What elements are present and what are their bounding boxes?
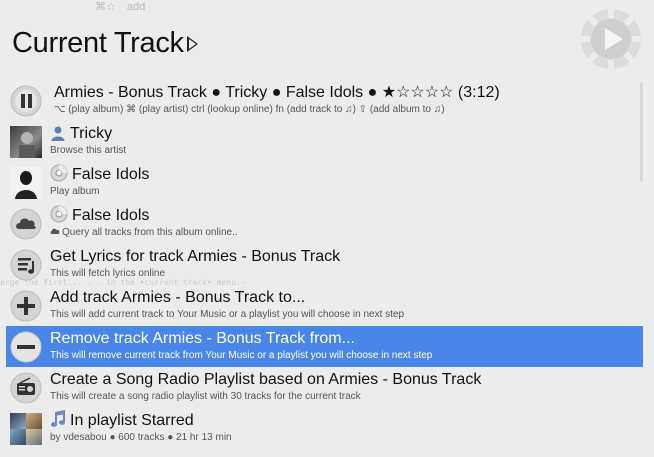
list-item-title: Create a Song Radio Playlist based on Ar…: [50, 371, 482, 388]
list-item-current-track[interactable]: Armies - Bonus Track ● Tricky ● False Id…: [6, 80, 643, 121]
list-item-title: Tricky: [70, 125, 113, 142]
previous-query-text: add: [126, 1, 146, 13]
list-item-title: Armies - Bonus Track ● Tricky ● False Id…: [54, 84, 500, 101]
list-item-artist[interactable]: Tricky Browse this artist: [6, 121, 643, 162]
list-item-title: False Idols: [72, 166, 150, 183]
previous-query-strip: ⌘☆ add: [95, 0, 654, 14]
list-item-subtitle: Query all tracks from this album online.…: [62, 227, 238, 238]
small-cloud-icon: [50, 228, 60, 234]
list-item-title: In playlist Starred: [70, 412, 194, 429]
album-cover-image: [10, 167, 42, 199]
spotify-mini-player-logo-icon: [581, 9, 641, 69]
list-item-subtitle: This will remove current track from Your…: [50, 350, 433, 361]
list-item-song-radio[interactable]: Create a Song Radio Playlist based on Ar…: [6, 367, 643, 408]
list-item-subtitle: This will fetch lyrics online: [50, 268, 166, 279]
list-item-title: Get Lyrics for track Armies - Bonus Trac…: [50, 248, 341, 265]
list-item-play-album[interactable]: False Idols Play album: [6, 162, 643, 203]
list-item-title: Add track Armies - Bonus Track to...: [50, 289, 306, 306]
list-item-subtitle: by vdesabou ● 600 tracks ● 21 hr 13 min: [50, 432, 232, 443]
play-arrow-icon: [186, 36, 198, 52]
list-item-remove-track[interactable]: Remove track Armies - Bonus Track from..…: [6, 326, 643, 367]
list-item-subtitle: Browse this artist: [50, 145, 127, 156]
music-note-icon: [51, 410, 65, 427]
cd-icon: [50, 164, 68, 182]
list-item-title: False Idols: [72, 207, 150, 224]
list-item-subtitle: Play album: [50, 186, 100, 197]
header: Current Track: [12, 24, 198, 64]
list-item-subtitle: ⌥ (play album) ⌘ (play artist) ctrl (loo…: [54, 104, 445, 115]
list-item-get-lyrics[interactable]: Get Lyrics for track Armies - Bonus Trac…: [6, 244, 643, 285]
list-item-subtitle: This will add current track to Your Musi…: [50, 309, 405, 320]
minus-icon: [10, 331, 42, 363]
artist-image: [10, 126, 42, 158]
list-item-playlist[interactable]: In playlist Starred by vdesabou ● 600 tr…: [6, 408, 643, 449]
previous-query-symbols: ⌘☆: [95, 1, 116, 13]
page-title: Current Track: [12, 27, 184, 59]
plus-icon: [10, 290, 42, 322]
results-list: Armies - Bonus Track ● Tricky ● False Id…: [6, 80, 643, 450]
list-item-subtitle: This will create a song radio playlist w…: [50, 391, 361, 402]
pause-icon: [10, 85, 42, 117]
playlist-cover-mosaic: [10, 413, 42, 445]
list-item-add-track[interactable]: Add track Armies - Bonus Track to... Thi…: [6, 285, 643, 326]
list-item-title: Remove track Armies - Bonus Track from..…: [50, 330, 355, 347]
lyrics-icon: [10, 249, 42, 281]
cloud-icon: [10, 208, 42, 240]
user-icon: [51, 126, 65, 141]
radio-icon: [10, 372, 42, 404]
list-item-query-album[interactable]: False Idols Query all tracks from this a…: [6, 203, 643, 244]
cd-icon: [50, 205, 68, 223]
